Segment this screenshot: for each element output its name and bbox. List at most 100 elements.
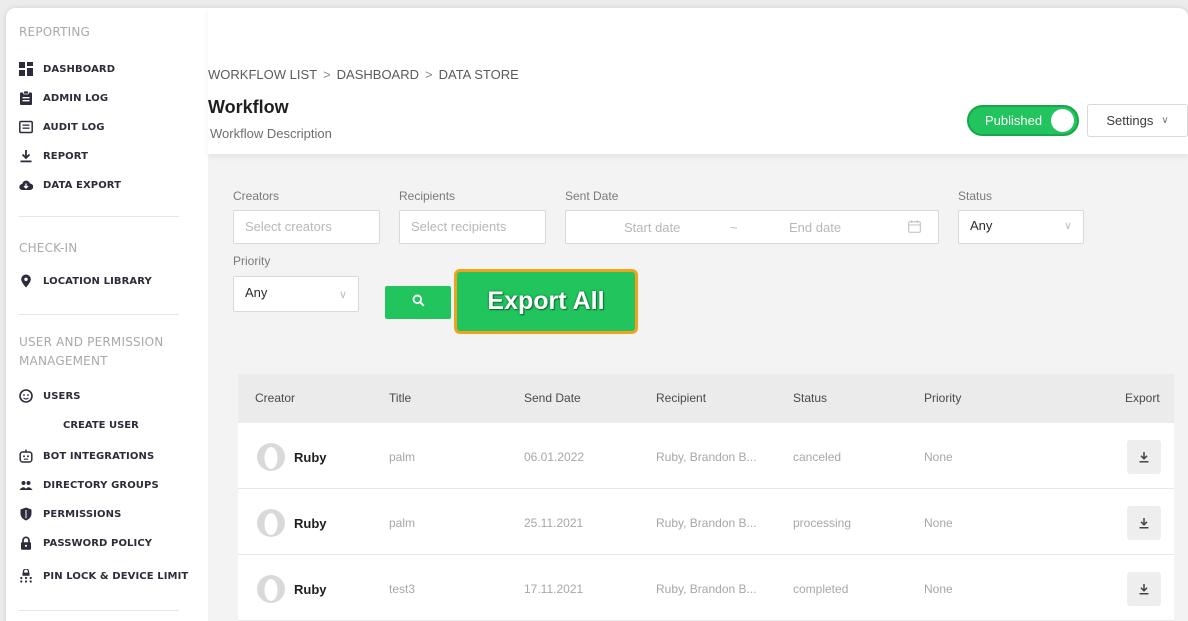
creator-name: Ruby — [294, 581, 327, 597]
sidebar-subitem-create-user[interactable]: CREATE USER — [63, 420, 139, 431]
main-content: Creators Select creators Recipients Sele… — [208, 154, 1188, 621]
sidebar-item-dashboard[interactable]: DASHBOARD — [19, 59, 115, 79]
settings-dropdown[interactable]: Settings ∨ — [1087, 104, 1188, 137]
column-header-status[interactable]: Status — [793, 391, 827, 405]
clipboard-icon — [19, 91, 33, 105]
sidebar-item-pin-lock[interactable]: PIN LOCK & DEVICE LIMIT — [19, 566, 188, 586]
search-icon — [412, 294, 425, 312]
sidebar-item-permissions[interactable]: PERMISSIONS — [19, 504, 121, 524]
send-date-cell: 25.11.2021 — [524, 516, 584, 530]
priority-select[interactable]: Any ∨ — [233, 276, 359, 312]
creators-select[interactable]: Select creators — [233, 210, 380, 244]
sidebar-item-data-export[interactable]: DATA EXPORT — [19, 175, 121, 195]
export-row-button[interactable] — [1127, 506, 1161, 540]
priority-cell: None — [924, 582, 953, 596]
avatar — [257, 509, 285, 537]
sidebar-item-label: USERS — [43, 390, 81, 402]
end-date-input[interactable]: End date — [789, 220, 841, 235]
status-select[interactable]: Any ∨ — [958, 210, 1084, 244]
sidebar-item-label: PIN LOCK & DEVICE LIMIT — [43, 570, 189, 582]
section-title-check-in: CHECK-IN — [19, 241, 78, 255]
sidebar-item-label: AUDIT LOG — [43, 121, 105, 133]
send-date-cell: 06.01.2022 — [524, 450, 585, 464]
column-header-recipient[interactable]: Recipient — [656, 391, 706, 405]
breadcrumb-workflow-list[interactable]: WORKFLOW LIST — [208, 67, 317, 82]
priority-cell: None — [924, 450, 953, 464]
download-arrow-icon — [19, 149, 33, 163]
chevron-down-icon: ∨ — [338, 289, 347, 301]
published-toggle-label: Published — [985, 113, 1043, 128]
date-range-separator: ~ — [730, 220, 738, 235]
creator-name: Ruby — [294, 515, 327, 531]
status-cell: canceled — [793, 450, 842, 464]
sidebar-item-label: DATA EXPORT — [43, 179, 122, 191]
status-label: Status — [958, 189, 993, 203]
sent-date-label: Sent Date — [565, 189, 619, 203]
sidebar-item-location-library[interactable]: LOCATION LIBRARY — [19, 271, 152, 291]
column-header-title[interactable]: Title — [389, 391, 411, 405]
status-cell: processing — [793, 516, 852, 530]
export-row-button[interactable] — [1127, 440, 1161, 474]
list-box-icon — [19, 120, 33, 134]
table-header: Creator Title Send Date Recipient Status… — [238, 374, 1174, 423]
recipients-label: Recipients — [399, 189, 456, 203]
sidebar-item-password-policy[interactable]: PASSWORD POLICY — [19, 533, 152, 553]
column-header-send-date[interactable]: Send Date — [524, 391, 581, 405]
sidebar-item-label: DIRECTORY GROUPS — [43, 479, 159, 491]
status-cell: completed — [793, 582, 849, 596]
chevron-down-icon: ∨ — [1063, 220, 1072, 232]
status-select-value: Any — [970, 218, 993, 233]
start-date-input[interactable]: Start date — [624, 220, 680, 235]
avatar — [257, 575, 285, 603]
priority-cell: None — [924, 516, 953, 530]
page-header: WORKFLOW LIST > DASHBOARD > DATA STORE W… — [208, 8, 1188, 154]
toggle-knob — [1051, 109, 1074, 132]
recipient-cell: Ruby, Brandon B... — [656, 582, 757, 596]
section-title-user-permission: USER AND PERMISSION MANAGEMENT — [19, 335, 164, 368]
table-row[interactable]: Ruby palm 06.01.2022 Ruby, Brandon B... … — [238, 423, 1174, 489]
creator-name: Ruby — [294, 449, 327, 465]
column-header-priority[interactable]: Priority — [924, 391, 961, 405]
sidebar-item-label: LOCATION LIBRARY — [43, 275, 152, 287]
recipient-cell: Ruby, Brandon B... — [656, 450, 757, 464]
export-all-button[interactable]: Export All — [454, 269, 638, 334]
breadcrumb-separator: > — [323, 67, 331, 82]
group-icon — [19, 478, 33, 492]
column-header-export: Export — [1125, 391, 1160, 405]
download-icon — [1139, 518, 1149, 529]
table-row[interactable]: Ruby palm 25.11.2021 Ruby, Brandon B... … — [238, 489, 1174, 555]
download-icon — [1139, 584, 1149, 595]
page-title: Workflow — [208, 97, 289, 117]
workflow-table: Creator Title Send Date Recipient Status… — [238, 374, 1174, 621]
user-circle-icon — [19, 389, 33, 403]
page-description: Workflow Description — [210, 126, 332, 141]
published-toggle[interactable]: Published — [967, 105, 1079, 136]
breadcrumb-separator: > — [425, 67, 433, 82]
sidebar-item-users[interactable]: USERS — [19, 386, 81, 406]
sent-date-range-picker[interactable]: Start date ~ End date — [565, 210, 939, 244]
download-icon — [1139, 452, 1149, 463]
export-all-label: Export All — [487, 287, 605, 315]
breadcrumb-dashboard[interactable]: DASHBOARD — [337, 67, 419, 82]
chevron-down-icon: ∨ — [1161, 115, 1169, 126]
sidebar-item-label: DASHBOARD — [43, 63, 116, 75]
sidebar-item-directory-groups[interactable]: DIRECTORY GROUPS — [19, 475, 159, 495]
sidebar-divider — [19, 314, 179, 315]
recipients-select[interactable]: Select recipients — [399, 210, 546, 244]
search-button[interactable] — [385, 286, 451, 319]
shield-icon — [19, 507, 33, 521]
column-header-creator[interactable]: Creator — [255, 391, 295, 405]
creator-cell: Ruby — [256, 508, 327, 538]
export-row-button[interactable] — [1127, 572, 1161, 606]
table-row[interactable]: Ruby test3 17.11.2021 Ruby, Brandon B...… — [238, 555, 1174, 621]
sidebar-item-bot-integrations[interactable]: BOT INTEGRATIONS — [19, 446, 154, 466]
sidebar-item-admin-log[interactable]: ADMIN LOG — [19, 88, 108, 108]
sidebar-item-label: PERMISSIONS — [43, 508, 122, 520]
sidebar-divider — [19, 610, 179, 611]
sidebar-item-audit-log[interactable]: AUDIT LOG — [19, 117, 105, 137]
avatar — [257, 443, 285, 471]
sidebar-item-report[interactable]: REPORT — [19, 146, 88, 166]
breadcrumb-data-store[interactable]: DATA STORE — [439, 67, 519, 82]
settings-label: Settings — [1106, 113, 1154, 128]
bot-icon — [19, 449, 33, 463]
